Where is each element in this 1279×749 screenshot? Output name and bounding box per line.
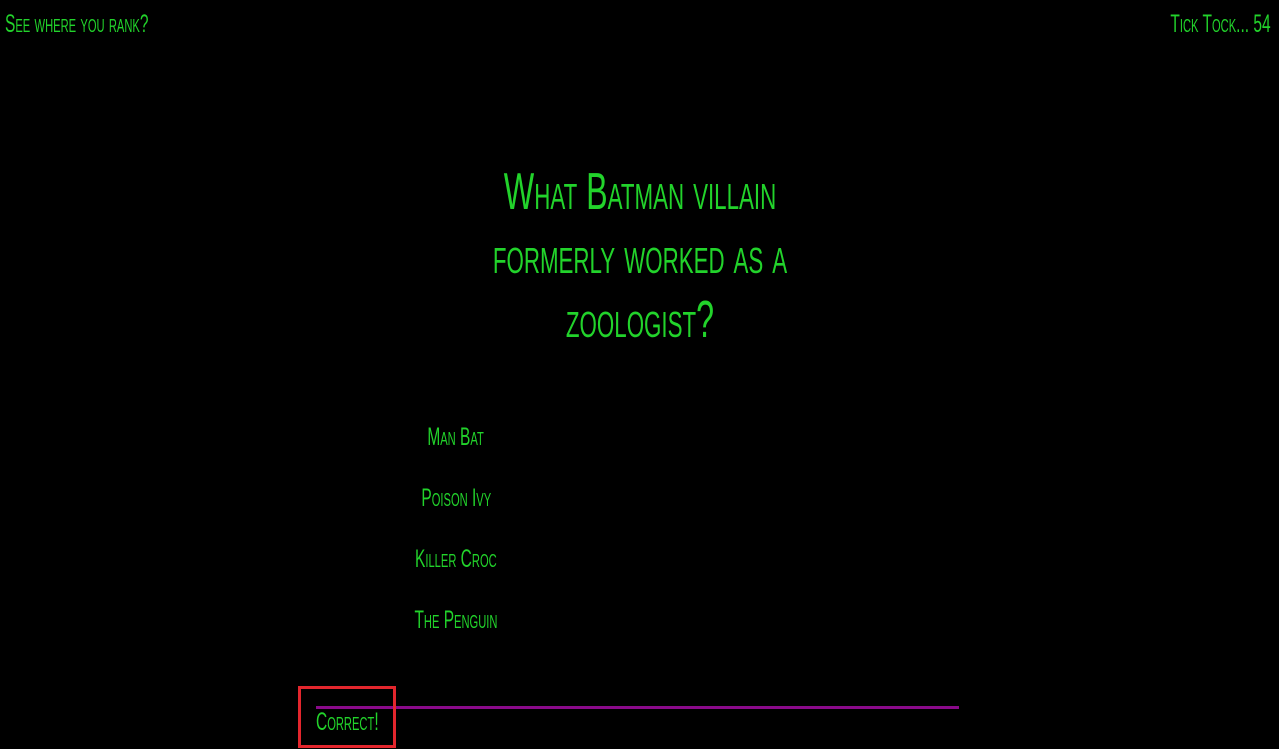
answer-label: Poison Ivy <box>421 484 491 512</box>
question-container: What Batman villain formerly worked as a… <box>0 160 1279 352</box>
answer-list: Man Bat Poison Ivy Killer Croc The Pengu… <box>356 420 556 664</box>
question-text: What Batman villain formerly worked as a… <box>492 163 787 349</box>
progress-divider <box>316 706 959 709</box>
feedback-message: Correct! <box>316 708 379 736</box>
countdown-timer: Tick Tock... 54 <box>1170 10 1271 38</box>
answer-option[interactable]: The Penguin <box>356 603 556 664</box>
answer-label: Man Bat <box>427 423 485 451</box>
answer-label: The Penguin <box>414 606 498 634</box>
answer-option[interactable]: Man Bat <box>356 420 556 481</box>
answer-label: Killer Croc <box>415 545 497 573</box>
answer-option[interactable]: Poison Ivy <box>356 481 556 542</box>
see-where-you-rank-link[interactable]: See where you rank? <box>5 10 149 39</box>
answer-option[interactable]: Killer Croc <box>356 542 556 603</box>
